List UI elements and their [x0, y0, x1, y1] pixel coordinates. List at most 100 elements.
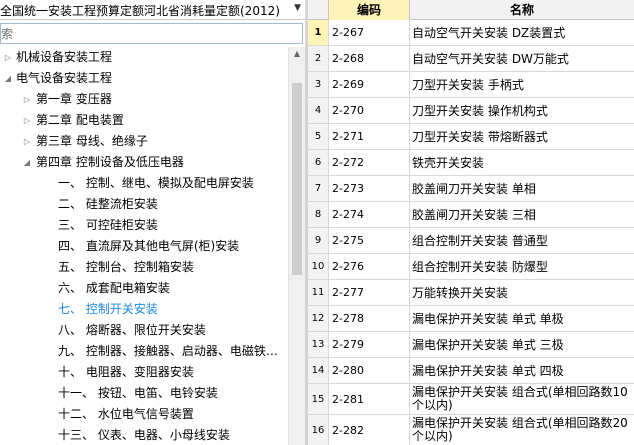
name-cell[interactable]: 万能转换开关安装: [410, 280, 634, 305]
row-number-cell: 3: [308, 72, 329, 97]
code-cell[interactable]: 2-279: [329, 332, 410, 357]
chapter-tree: ▷ 机械设备安装工程 ◢ 电气设备安装工程 ▷ 第一章 变压器 ▷ 第二章 配电装置 ▷ 第三章 …: [0, 47, 288, 445]
tree-node[interactable]: 四、 直流屏及其他电气屏(柜)安装: [0, 236, 288, 257]
code-cell[interactable]: 2-280: [329, 358, 410, 383]
collapsed-triangle-icon[interactable]: ▷: [22, 131, 32, 152]
table-row[interactable]: 2 2-268 自动空气开关安装 DW万能式: [308, 46, 634, 72]
table-row[interactable]: 4 2-270 刀型开关安装 操作机构式: [308, 98, 634, 124]
tree-node[interactable]: ◢ 电气设备安装工程: [0, 68, 288, 89]
quota-library-value: 全国统一安装工程预算定额河北省消耗量定额(2012): [0, 4, 280, 18]
tree-node[interactable]: ▷ 第二章 配电装置: [0, 110, 288, 131]
collapsed-triangle-icon[interactable]: ▷: [22, 89, 32, 110]
quota-library-dropdown[interactable]: 全国统一安装工程预算定额河北省消耗量定额(2012) ▼: [0, 0, 305, 20]
code-cell[interactable]: 2-278: [329, 306, 410, 331]
dropdown-arrow-icon[interactable]: ▼: [294, 3, 301, 13]
code-cell[interactable]: 2-276: [329, 254, 410, 279]
name-cell[interactable]: 刀型开关安装 带熔断器式: [410, 124, 634, 149]
search-box[interactable]: [0, 23, 303, 44]
quota-grid: 编码 名称 1 2-267 自动空气开关安装 DZ装置式 2 2-268 自动空气开关安装…: [308, 0, 634, 445]
name-cell[interactable]: 漏电保护开关安装 单式 三极: [410, 332, 634, 357]
tree-node[interactable]: 一、 控制、继电、模拟及配电屏安装: [0, 173, 288, 194]
name-cell[interactable]: 自动空气开关安装 DW万能式: [410, 46, 634, 71]
tree-node-label: 第三章 母线、绝缘子: [36, 134, 148, 148]
code-cell[interactable]: 2-271: [329, 124, 410, 149]
tree-node[interactable]: 六、 成套配电箱安装: [0, 278, 288, 299]
table-row[interactable]: 11 2-277 万能转换开关安装: [308, 280, 634, 306]
code-cell[interactable]: 2-267: [329, 20, 410, 45]
code-cell[interactable]: 2-275: [329, 228, 410, 253]
name-cell[interactable]: 漏电保护开关安装 组合式(单相回路数20个以内): [410, 415, 634, 445]
tree-node[interactable]: ◢ 第四章 控制设备及低压电器: [0, 152, 288, 173]
tree-node-label: 一、 控制、继电、模拟及配电屏安装: [58, 176, 254, 190]
table-row[interactable]: 5 2-271 刀型开关安装 带熔断器式: [308, 124, 634, 150]
row-number-cell: 11: [308, 280, 329, 305]
tree-node-label: 七、 控制开关安装: [58, 302, 158, 316]
name-cell[interactable]: 铁壳开关安装: [410, 150, 634, 175]
tree-node[interactable]: 九、 控制器、接触器、启动器、电磁铁…: [0, 341, 288, 362]
header-code[interactable]: 编码: [329, 0, 410, 20]
code-cell[interactable]: 2-270: [329, 98, 410, 123]
code-cell[interactable]: 2-281: [329, 384, 410, 414]
tree-node-label: 九、 控制器、接触器、启动器、电磁铁…: [58, 344, 278, 358]
tree-node[interactable]: 十三、 仪表、电器、小母线安装: [0, 425, 288, 445]
table-row[interactable]: 7 2-273 胶盖闸刀开关安装 单相: [308, 176, 634, 202]
row-number-cell: 7: [308, 176, 329, 201]
row-number-cell: 13: [308, 332, 329, 357]
table-row[interactable]: 6 2-272 铁壳开关安装: [308, 150, 634, 176]
name-cell[interactable]: 刀型开关安装 手柄式: [410, 72, 634, 97]
table-row[interactable]: 9 2-275 组合控制开关安装 普通型: [308, 228, 634, 254]
table-row[interactable]: 10 2-276 组合控制开关安装 防爆型: [308, 254, 634, 280]
code-cell[interactable]: 2-272: [329, 150, 410, 175]
collapsed-triangle-icon[interactable]: ▷: [22, 110, 32, 131]
code-cell[interactable]: 2-273: [329, 176, 410, 201]
scroll-up-arrow-icon[interactable]: ▲: [289, 49, 305, 58]
row-number-cell: 4: [308, 98, 329, 123]
expanded-triangle-icon[interactable]: ◢: [3, 68, 13, 89]
code-cell[interactable]: 2-282: [329, 415, 410, 445]
code-cell[interactable]: 2-274: [329, 202, 410, 227]
name-cell[interactable]: 组合控制开关安装 普通型: [410, 228, 634, 253]
collapsed-triangle-icon[interactable]: ▷: [3, 47, 13, 68]
row-number-cell: 14: [308, 358, 329, 383]
tree-node-label: 第二章 配电装置: [36, 113, 124, 127]
table-row[interactable]: 13 2-279 漏电保护开关安装 单式 三极: [308, 332, 634, 358]
tree-node[interactable]: 十一、 按钮、电笛、电铃安装: [0, 383, 288, 404]
tree-node[interactable]: 八、 熔断器、限位开关安装: [0, 320, 288, 341]
tree-node[interactable]: 三、 可控硅柜安装: [0, 215, 288, 236]
name-cell[interactable]: 组合控制开关安装 防爆型: [410, 254, 634, 279]
name-cell[interactable]: 刀型开关安装 操作机构式: [410, 98, 634, 123]
table-row[interactable]: 16 2-282 漏电保护开关安装 组合式(单相回路数20个以内): [308, 415, 634, 445]
tree-node[interactable]: ▷ 机械设备安装工程: [0, 47, 288, 68]
tree-node-label: 十二、 水位电气信号装置: [58, 407, 194, 421]
name-cell[interactable]: 胶盖闸刀开关安装 三相: [410, 202, 634, 227]
table-row[interactable]: 1 2-267 自动空气开关安装 DZ装置式: [308, 20, 634, 46]
grid-header: 编码 名称: [308, 0, 634, 20]
code-cell[interactable]: 2-277: [329, 280, 410, 305]
tree-node[interactable]: ▷ 第三章 母线、绝缘子: [0, 131, 288, 152]
scrollbar-thumb[interactable]: [292, 83, 302, 275]
expanded-triangle-icon[interactable]: ◢: [22, 152, 32, 173]
tree-node[interactable]: ▷ 第一章 变压器: [0, 89, 288, 110]
table-row[interactable]: 12 2-278 漏电保护开关安装 单式 单极: [308, 306, 634, 332]
table-row[interactable]: 8 2-274 胶盖闸刀开关安装 三相: [308, 202, 634, 228]
row-number-cell: 10: [308, 254, 329, 279]
name-cell[interactable]: 漏电保护开关安装 组合式(单相回路数10个以内): [410, 384, 634, 414]
tree-node[interactable]: 十二、 水位电气信号装置: [0, 404, 288, 425]
name-cell[interactable]: 胶盖闸刀开关安装 单相: [410, 176, 634, 201]
tree-node-label: 十三、 仪表、电器、小母线安装: [58, 428, 230, 442]
tree-node[interactable]: 二、 硅整流柜安装: [0, 194, 288, 215]
name-cell[interactable]: 自动空气开关安装 DZ装置式: [410, 20, 634, 45]
tree-node[interactable]: 七、 控制开关安装: [0, 299, 288, 320]
search-input[interactable]: [1, 24, 302, 43]
name-cell[interactable]: 漏电保护开关安装 单式 单极: [410, 306, 634, 331]
table-row[interactable]: 3 2-269 刀型开关安装 手柄式: [308, 72, 634, 98]
tree-node[interactable]: 五、 控制台、控制箱安装: [0, 257, 288, 278]
tree-node[interactable]: 十、 电阻器、变阻器安装: [0, 362, 288, 383]
header-name[interactable]: 名称: [410, 0, 634, 20]
code-cell[interactable]: 2-269: [329, 72, 410, 97]
code-cell[interactable]: 2-268: [329, 46, 410, 71]
table-row[interactable]: 14 2-280 漏电保护开关安装 单式 四极: [308, 358, 634, 384]
tree-scrollbar[interactable]: ▲: [288, 47, 305, 445]
name-cell[interactable]: 漏电保护开关安装 单式 四极: [410, 358, 634, 383]
table-row[interactable]: 15 2-281 漏电保护开关安装 组合式(单相回路数10个以内): [308, 384, 634, 415]
